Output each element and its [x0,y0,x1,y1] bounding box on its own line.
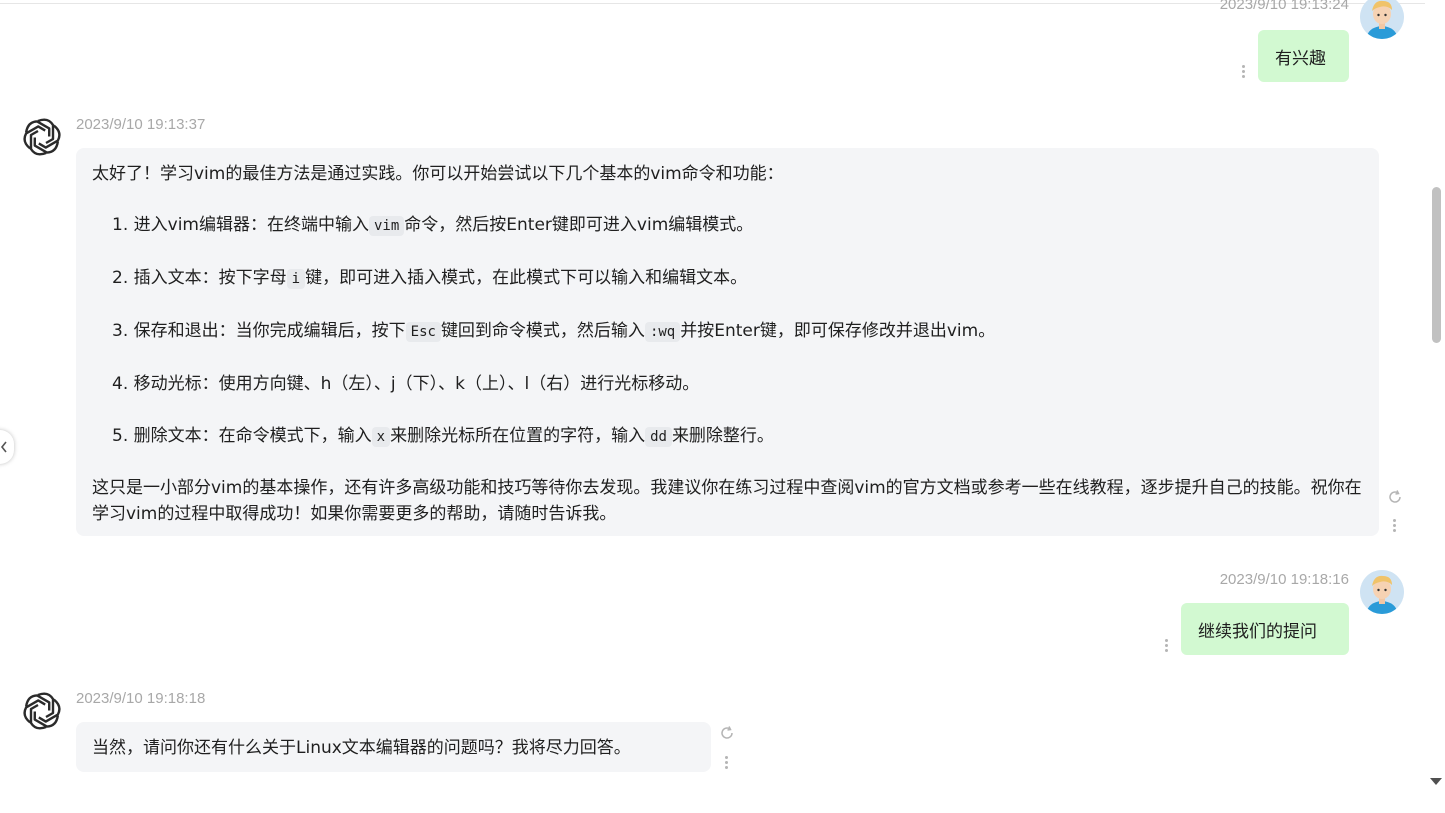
user-message-text: 继续我们的提问 [1198,621,1317,642]
user-avatar [1360,570,1404,614]
openai-logo-icon [21,690,63,732]
user-avatar [1360,0,1404,39]
user-message-bubble: 继续我们的提问 [1181,603,1349,655]
more-vertical-icon[interactable] [723,755,729,771]
scroll-down-arrow-icon[interactable] [1430,778,1442,785]
message-timestamp: 2023/9/10 19:18:16 [1219,571,1349,588]
message-timestamp: 2023/9/10 19:13:37 [76,116,206,133]
top-divider [0,3,1425,4]
inline-code: i [286,269,306,289]
inline-code: x [371,427,391,447]
user-message-text: 有兴趣 [1275,48,1326,69]
list-item: 3. 保存和退出：当你完成编辑后，按下 Esc 键回到命令模式，然后输入:wq 并按E… [112,321,996,342]
sidebar-toggle-button[interactable] [0,430,14,464]
refresh-icon[interactable] [719,725,735,741]
inline-code: vim [368,216,405,236]
scrollbar-thumb[interactable] [1432,187,1441,343]
inline-code: Esc [405,322,441,342]
openai-logo-icon [21,116,63,158]
list-item: 2. 插入文本：按下字母 i 键，即可进入插入模式，在此模式下可以输入和编辑文本。 [112,268,748,289]
inline-code: dd [645,427,672,447]
list-item: 4. 移动光标：使用方向键、h（左）、j（下）、k（上）、l（右）进行光标移动。 [112,374,700,394]
inline-code: :wq [644,322,681,342]
list-item: 1. 进入vim编辑器：在终端中输入 vim 命令，然后按Enter键即可进入vim… [112,215,754,236]
refresh-icon[interactable] [1387,489,1403,505]
user-message-bubble: 有兴趣 [1258,30,1349,82]
list-item: 5. 删除文本：在命令模式下，输入 x 来删除光标所在位置的字符，输入 dd 来删除整行… [112,426,774,447]
assistant-message-bubble: 太好了！学习vim的最佳方法是通过实践。你可以开始尝试以下几个基本的vim命令和… [76,148,1379,536]
scrollbar-track[interactable] [1426,0,1445,813]
more-vertical-icon[interactable] [1163,638,1169,654]
message-timestamp: 2023/9/10 19:13:24 [1219,0,1349,13]
chevron-left-icon [0,441,7,453]
assistant-intro-text: 太好了！学习vim的最佳方法是通过实践。你可以开始尝试以下几个基本的vim命令和… [92,164,784,184]
steps-list: 1. 进入vim编辑器：在终端中输入 vim 命令，然后按Enter键即可进入vim… [92,212,1363,450]
assistant-outro-text: 这只是一小部分vim的基本操作，还有许多高级功能和技巧等待你去发现。我建议你在练… [92,478,1362,524]
assistant-message-bubble: 当然，请问你还有什么关于Linux文本编辑器的问题吗？我将尽力回答。 [76,722,711,772]
message-timestamp: 2023/9/10 19:18:18 [76,690,206,707]
more-vertical-icon[interactable] [1240,64,1246,80]
assistant-message-text: 当然，请问你还有什么关于Linux文本编辑器的问题吗？我将尽力回答。 [92,738,631,758]
more-vertical-icon[interactable] [1391,518,1397,534]
